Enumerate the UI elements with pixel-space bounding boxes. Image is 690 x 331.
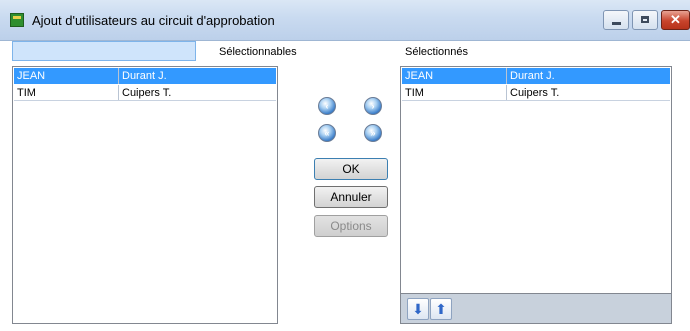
- close-button[interactable]: ✕: [661, 10, 690, 30]
- list-item[interactable]: JEAN Durant J.: [14, 68, 276, 84]
- selected-list[interactable]: JEAN Durant J. TIM Cuipers T.: [400, 66, 672, 294]
- ok-button[interactable]: OK: [314, 158, 388, 180]
- add-one-button[interactable]: ‹: [318, 97, 336, 115]
- selected-label: Sélectionnés: [405, 46, 468, 58]
- user-name: Cuipers T.: [510, 87, 560, 99]
- user-code: JEAN: [402, 68, 507, 84]
- list-item[interactable]: TIM Cuipers T.: [402, 85, 670, 101]
- user-name: Durant J.: [122, 70, 167, 82]
- remove-all-button[interactable]: »: [364, 124, 382, 142]
- window-title: Ajout d'utilisateurs au circuit d'approb…: [32, 13, 275, 28]
- move-down-button[interactable]: ⬇: [407, 298, 429, 320]
- app-icon: [10, 13, 24, 27]
- list-item[interactable]: JEAN Durant J.: [402, 68, 670, 84]
- maximize-icon: [641, 16, 649, 23]
- remove-one-button[interactable]: ›: [364, 97, 382, 115]
- title-bar: Ajout d'utilisateurs au circuit d'approb…: [0, 0, 690, 41]
- selectable-list[interactable]: JEAN Durant J. TIM Cuipers T.: [12, 66, 278, 324]
- minimize-button[interactable]: [603, 10, 629, 30]
- user-code: TIM: [14, 85, 119, 100]
- search-input[interactable]: [12, 41, 196, 61]
- options-button: Options: [314, 215, 388, 237]
- user-name: Durant J.: [510, 70, 555, 82]
- move-up-button[interactable]: ⬆: [430, 298, 452, 320]
- cancel-button[interactable]: Annuler: [314, 186, 388, 208]
- minimize-icon: [612, 22, 621, 25]
- list-item[interactable]: TIM Cuipers T.: [14, 85, 276, 101]
- user-name: Cuipers T.: [122, 87, 172, 99]
- maximize-button[interactable]: [632, 10, 658, 30]
- user-code: JEAN: [14, 68, 119, 84]
- close-icon: ✕: [670, 12, 681, 27]
- add-all-button[interactable]: «: [318, 124, 336, 142]
- selectable-label: Sélectionnables: [219, 46, 297, 58]
- user-code: TIM: [402, 85, 507, 100]
- order-toolbar: ⬇ ⬆: [400, 294, 672, 324]
